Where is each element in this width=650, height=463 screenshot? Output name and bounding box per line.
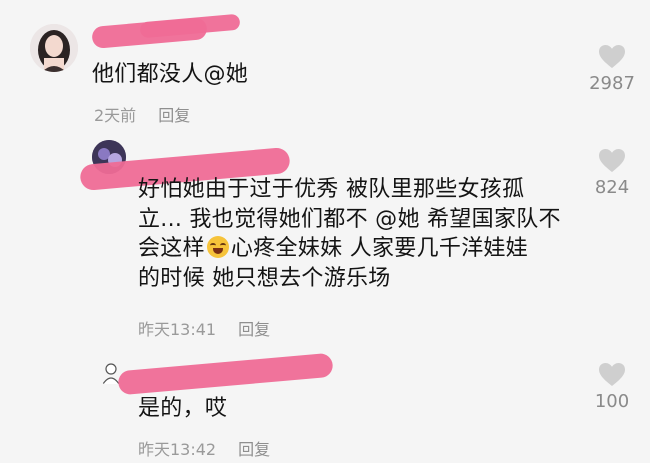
comment-item: 他们都没人@她 2天前 回复 2987 xyxy=(0,0,650,140)
reply-button[interactable]: 回复 xyxy=(238,320,270,339)
comment-text: 是的，哎 xyxy=(138,396,228,421)
like-count: 2987 xyxy=(589,73,635,94)
like-count: 100 xyxy=(594,391,630,412)
comment-item: 是的，哎 昨天13:42 回复 100 xyxy=(0,350,650,463)
comment-item: 好怕她由于过于优秀 被队里那些女孩孤 立... 我也觉得她们都不 @她 希望国家… xyxy=(0,140,650,350)
like-button[interactable]: 2987 xyxy=(577,44,647,94)
comment-meta: 2天前 回复 xyxy=(94,102,190,126)
reply-button[interactable]: 回复 xyxy=(158,106,190,125)
comment-text: 他们都没人@她 xyxy=(92,62,249,87)
comment-time: 2天前 xyxy=(94,106,137,125)
like-button[interactable]: 100 xyxy=(577,362,647,412)
comment-time: 昨天13:41 xyxy=(138,320,217,339)
comment-meta: 昨天13:42 回复 xyxy=(138,436,270,460)
heart-icon xyxy=(599,363,625,386)
comment-meta: 昨天13:41 回复 xyxy=(138,316,270,340)
avatar[interactable] xyxy=(30,24,78,72)
redacted-username xyxy=(117,352,334,396)
comment-text: 好怕她由于过于优秀 被队里那些女孩孤 立... 我也觉得她们都不 @她 希望国家… xyxy=(138,177,561,291)
like-count: 824 xyxy=(594,177,630,198)
heart-icon xyxy=(599,149,625,172)
comment-time: 昨天13:42 xyxy=(138,440,217,459)
heart-icon xyxy=(599,45,625,68)
reply-button[interactable]: 回复 xyxy=(238,440,270,459)
like-button[interactable]: 824 xyxy=(577,148,647,198)
laughing-crying-emoji-icon xyxy=(206,236,229,258)
